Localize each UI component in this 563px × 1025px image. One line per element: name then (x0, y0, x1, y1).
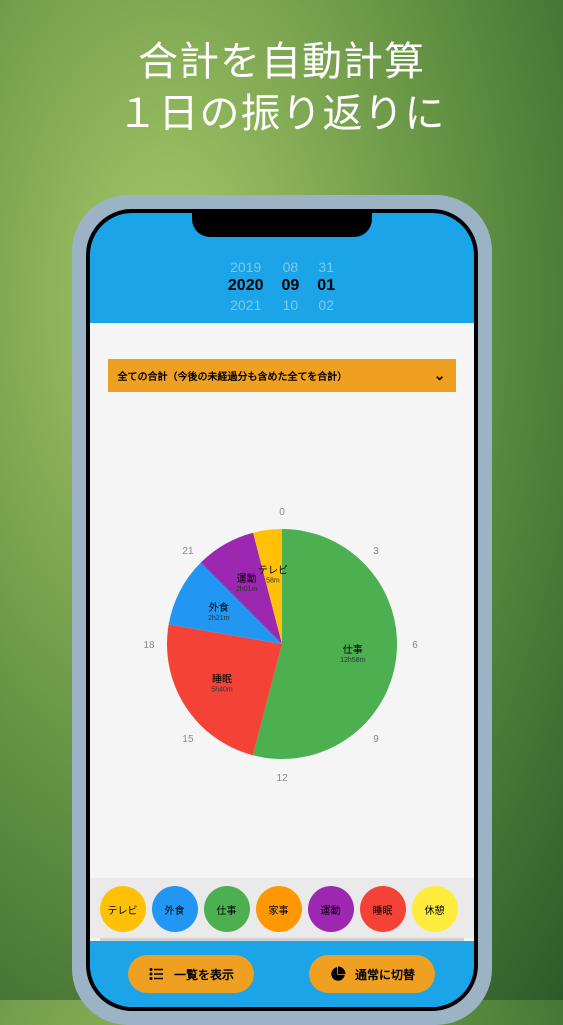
slice-label: 運動 (236, 572, 256, 585)
day-current: 01 (317, 277, 335, 295)
promo-line1: 合計を自動計算 (0, 36, 563, 88)
list-button-label: 一覧を表示 (174, 966, 234, 983)
phone-notch (192, 209, 372, 237)
clock-label: 21 (182, 546, 194, 557)
pie-chart-area: 仕事12h58m 睡眠5h40m 外食2h21m 運動2h01m テレビ58m 0 3 6 9 1… (90, 400, 474, 878)
pie-icon (329, 965, 347, 983)
phone-frame: 2019 2020 2021 08 09 10 31 01 02 全ての合計（今 (72, 195, 492, 1025)
year-column[interactable]: 2019 2020 2021 (228, 259, 264, 313)
clock-label: 18 (143, 640, 155, 651)
promo-line2: １日の振り返りに (0, 88, 563, 140)
clock-label: 15 (182, 734, 194, 745)
category-pill[interactable]: 家事 (256, 886, 302, 932)
chevron-down-icon: ⌄ (434, 367, 446, 384)
slice-label: テレビ (257, 564, 287, 576)
slice-sublabel: 2h21m (208, 615, 230, 622)
aggregate-dropdown[interactable]: 全ての合計（今後の未経過分も含めた全てを合計） ⌄ (108, 359, 456, 392)
month-current: 09 (282, 277, 300, 295)
clock-label: 0 (279, 507, 285, 518)
dropdown-label: 全ての合計（今後の未経過分も含めた全てを合計） (118, 368, 348, 383)
year-next: 2021 (230, 297, 261, 313)
clock-label: 3 (373, 546, 379, 557)
month-column[interactable]: 08 09 10 (282, 259, 300, 313)
date-picker[interactable]: 2019 2020 2021 08 09 10 31 01 02 (90, 253, 474, 323)
toggle-button-label: 通常に切替 (355, 966, 415, 983)
app-screen: 2019 2020 2021 08 09 10 31 01 02 全ての合計（今 (90, 213, 474, 1007)
slice-label: 仕事 (342, 643, 362, 656)
bottom-toolbar: 一覧を表示 通常に切替 (90, 941, 474, 1007)
promo-heading: 合計を自動計算 １日の振り返りに (0, 0, 563, 140)
day-prev: 31 (318, 259, 334, 275)
slice-sublabel: 58m (266, 577, 280, 584)
month-next: 10 (283, 297, 299, 313)
slice-sublabel: 2h01m (235, 586, 257, 593)
category-pill[interactable]: テレビ (100, 886, 146, 932)
slice-sublabel: 5h40m (211, 687, 233, 694)
month-prev: 08 (283, 259, 299, 275)
category-row[interactable]: テレビ外食仕事家事運動睡眠休憩 (90, 878, 474, 938)
category-pill[interactable]: 運動 (308, 886, 354, 932)
list-icon (148, 965, 166, 983)
day-column[interactable]: 31 01 02 (317, 259, 335, 313)
slice-label: 睡眠 (212, 673, 232, 686)
day-next: 02 (318, 297, 334, 313)
pie-chart: 仕事12h58m 睡眠5h40m 外食2h21m 運動2h01m テレビ58m 0 3 6 9 1… (127, 484, 437, 794)
toggle-button[interactable]: 通常に切替 (309, 955, 435, 993)
year-prev: 2019 (230, 259, 261, 275)
category-pill[interactable]: 休憩 (412, 886, 458, 932)
year-current: 2020 (228, 277, 264, 295)
clock-label: 9 (373, 734, 379, 745)
list-button[interactable]: 一覧を表示 (128, 955, 254, 993)
main-panel: 全ての合計（今後の未経過分も含めた全てを合計） ⌄ 仕事12h58m睡眠5h40… (90, 323, 474, 941)
category-pill[interactable]: 仕事 (204, 886, 250, 932)
slice-label: 外食 (208, 601, 228, 614)
category-pill[interactable]: 外食 (152, 886, 198, 932)
clock-label: 12 (276, 773, 288, 784)
category-pill[interactable]: 睡眠 (360, 886, 406, 932)
clock-label: 6 (412, 640, 418, 651)
slice-sublabel: 12h58m (340, 657, 365, 664)
